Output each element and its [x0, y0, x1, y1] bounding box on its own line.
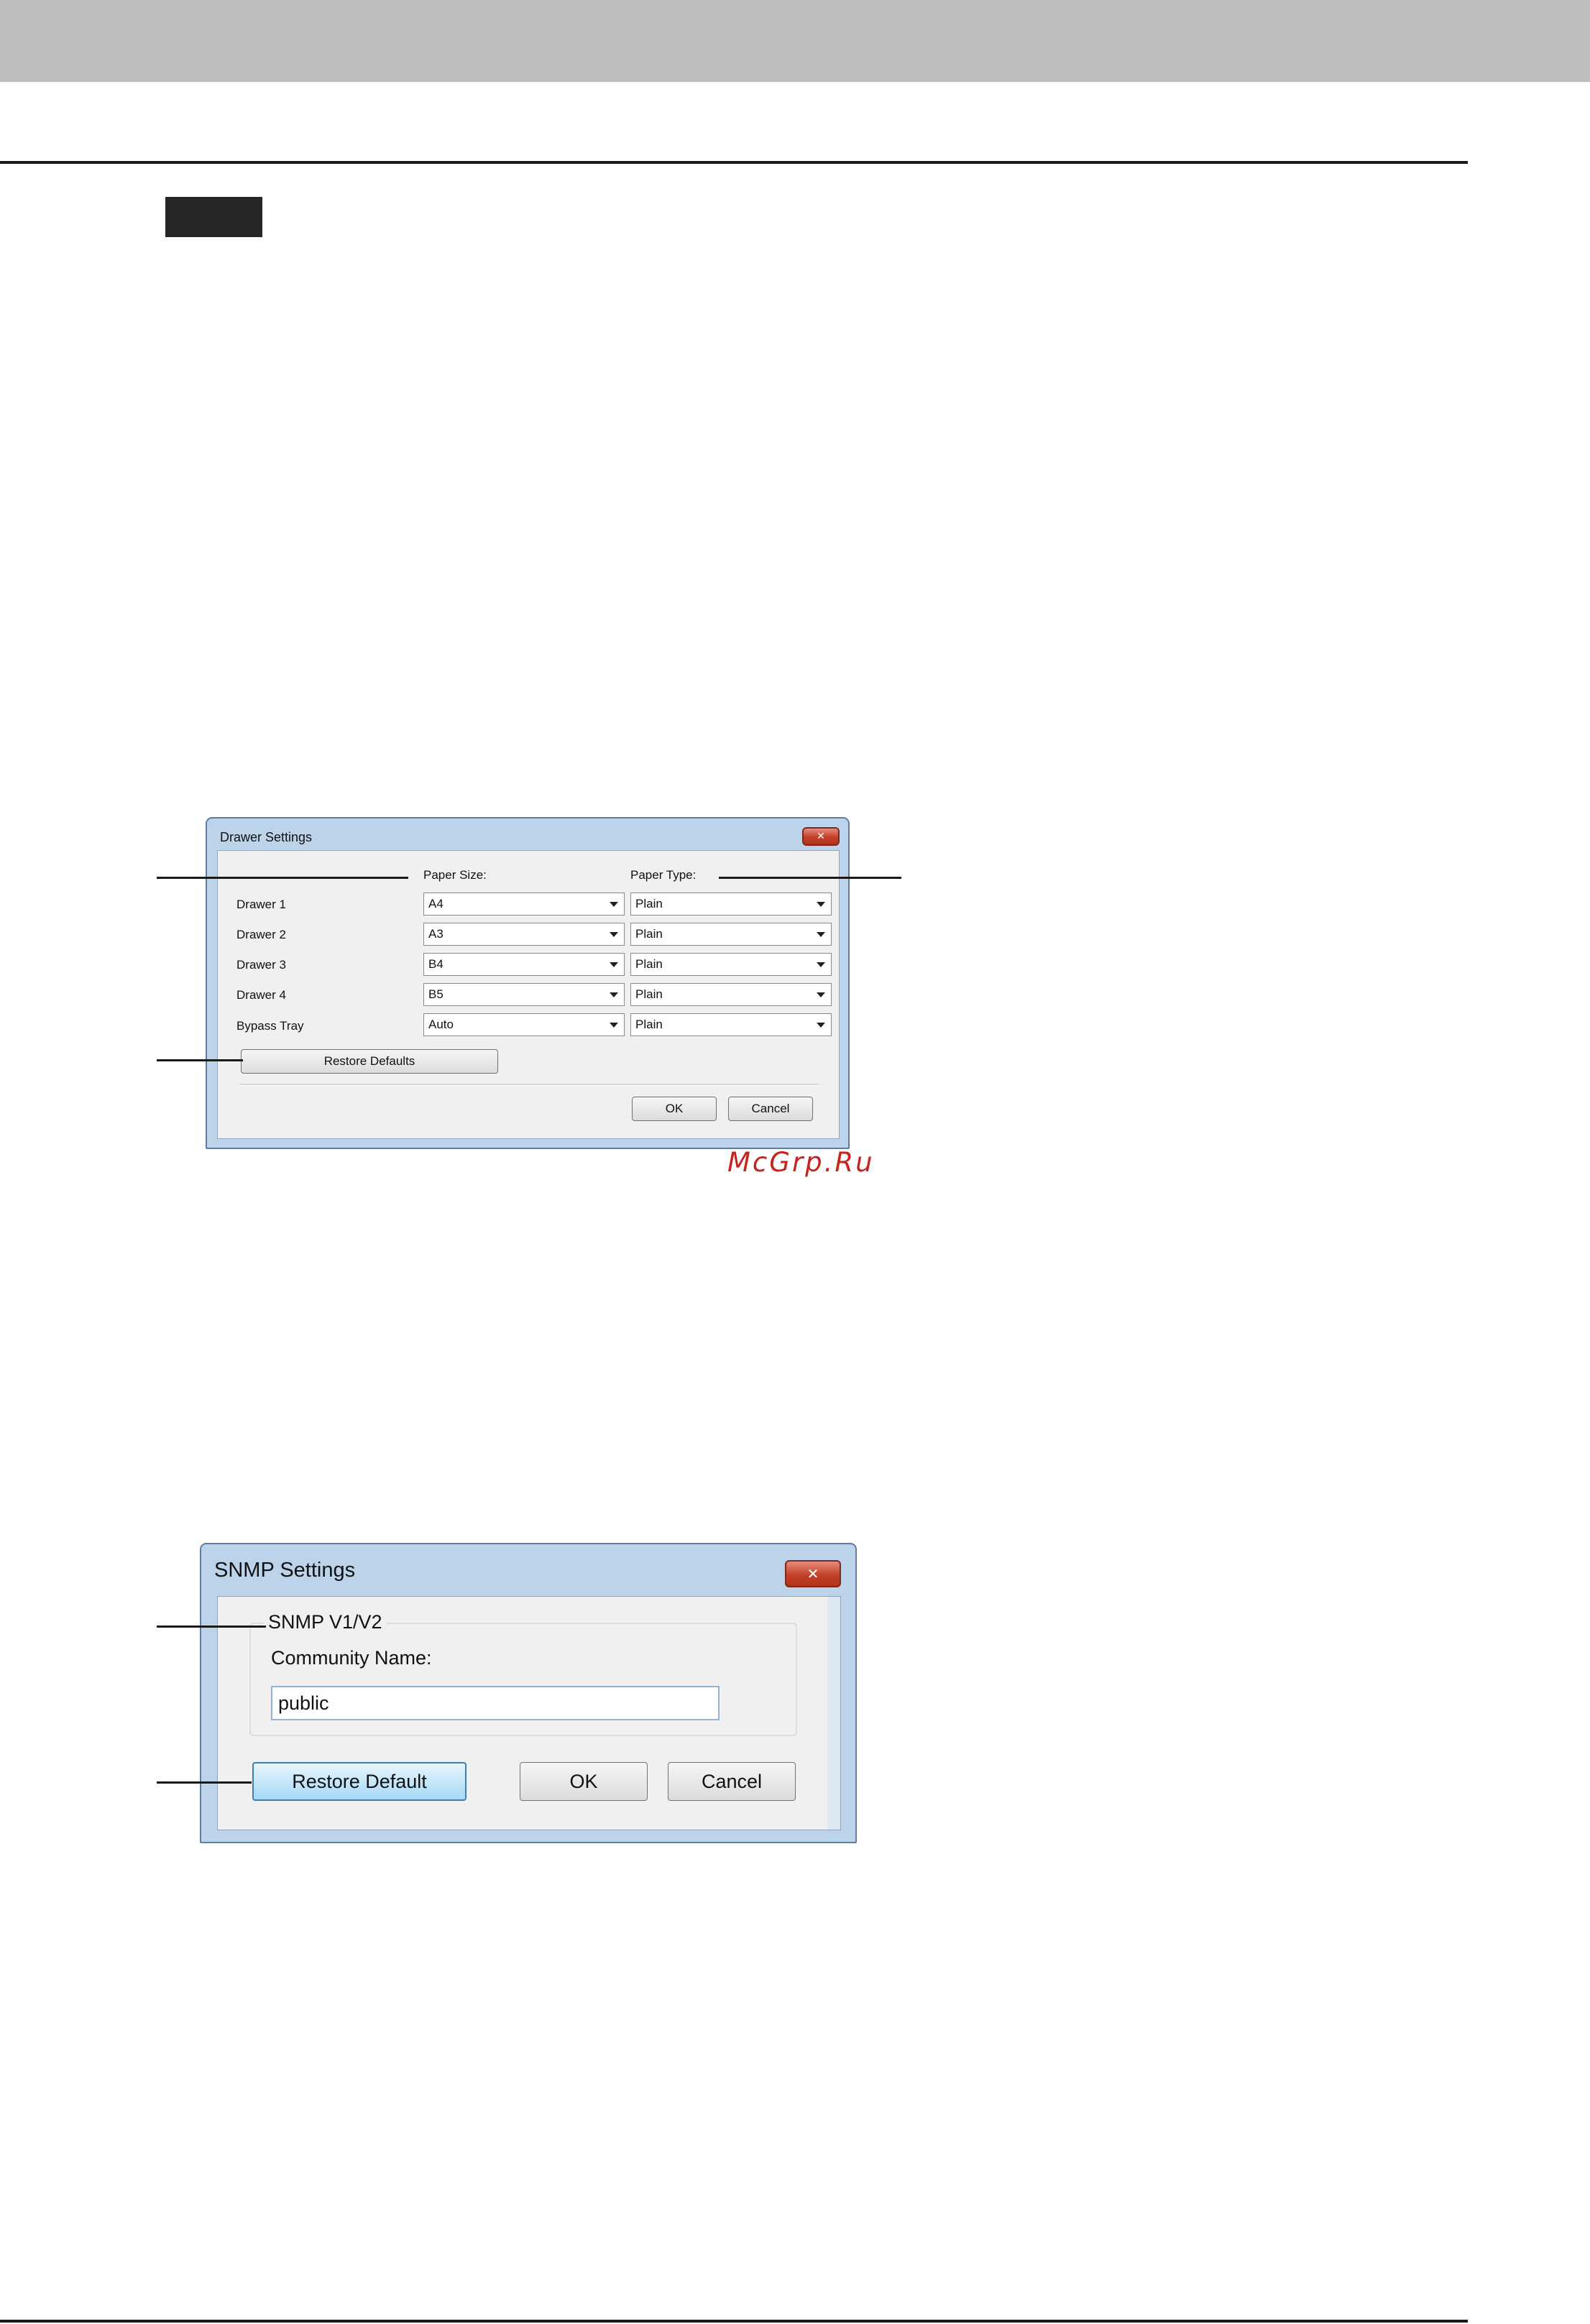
cancel-button[interactable]: Cancel — [728, 1097, 813, 1121]
bypass-tray-size-select[interactable]: Auto — [423, 1013, 625, 1036]
selected-value: A3 — [428, 927, 444, 941]
drawer-settings-dialog: Drawer Settings ✕ Paper Size: Paper Type… — [206, 817, 850, 1149]
snmp-v1v2-group-label: SNMP V1/V2 — [264, 1611, 387, 1633]
selected-value: B5 — [428, 987, 444, 1001]
bypass-tray-type-select[interactable]: Plain — [630, 1013, 832, 1036]
watermark: McGrp.Ru — [727, 1147, 875, 1178]
paper-type-header: Paper Type: — [630, 868, 697, 882]
selected-value: Plain — [635, 897, 663, 910]
selected-value: B4 — [428, 957, 444, 971]
community-name-input[interactable]: public — [271, 1686, 720, 1720]
dialog-client-area: SNMP V1/V2 Community Name: public Restor… — [217, 1596, 841, 1830]
selected-value: Auto — [428, 1018, 454, 1031]
selected-value: Plain — [635, 957, 663, 971]
community-name-label: Community Name: — [271, 1647, 432, 1669]
callout-line-paper-type — [719, 877, 901, 879]
ok-button[interactable]: OK — [632, 1097, 717, 1121]
selected-value: Plain — [635, 927, 663, 941]
drawer-1-label: Drawer 1 — [236, 898, 286, 911]
drawer-4-type-select[interactable]: Plain — [630, 983, 832, 1006]
drawer-4-size-select[interactable]: B5 — [423, 983, 625, 1006]
close-button[interactable]: ✕ — [785, 1560, 841, 1587]
paper-size-header: Paper Size: — [423, 868, 487, 882]
close-button[interactable]: ✕ — [802, 827, 840, 846]
ok-button[interactable]: OK — [520, 1762, 648, 1801]
dialog-title: SNMP Settings — [214, 1559, 356, 1582]
dialog-title: Drawer Settings — [220, 830, 313, 844]
dropdown-arrow-icon — [817, 1022, 825, 1028]
drawer-3-size-select[interactable]: B4 — [423, 953, 625, 976]
close-icon: ✕ — [807, 1565, 819, 1582]
dropdown-arrow-icon — [817, 901, 825, 907]
dropdown-arrow-icon — [610, 992, 618, 997]
drawer-2-label: Drawer 2 — [236, 928, 286, 941]
dropdown-arrow-icon — [610, 962, 618, 967]
bypass-tray-label: Bypass Tray — [236, 1019, 304, 1033]
note-tab — [165, 197, 262, 237]
selected-value: Plain — [635, 1018, 663, 1031]
drawer-1-size-select[interactable]: A4 — [423, 893, 625, 916]
header-rule — [0, 161, 1468, 164]
callout-line-paper-size — [157, 877, 408, 879]
cancel-button[interactable]: Cancel — [668, 1762, 796, 1801]
dropdown-arrow-icon — [610, 1022, 618, 1028]
callout-line-snmp-group — [157, 1626, 266, 1628]
dropdown-arrow-icon — [817, 992, 825, 997]
drawer-1-type-select[interactable]: Plain — [630, 893, 832, 916]
drawer-3-type-select[interactable]: Plain — [630, 953, 832, 976]
drawer-2-type-select[interactable]: Plain — [630, 923, 832, 946]
drawer-4-label: Drawer 4 — [236, 988, 286, 1002]
footer-rule — [0, 2320, 1468, 2323]
header-band — [0, 0, 1590, 82]
drawer-3-label: Drawer 3 — [236, 958, 286, 972]
restore-default-button[interactable]: Restore Default — [252, 1762, 467, 1801]
dropdown-arrow-icon — [817, 931, 825, 937]
dialog-separator — [239, 1084, 819, 1086]
dropdown-arrow-icon — [817, 962, 825, 967]
callout-line-restore-default — [157, 1781, 252, 1784]
selected-value: A4 — [428, 897, 444, 910]
close-icon: ✕ — [817, 831, 825, 842]
scrollbar[interactable] — [827, 1597, 840, 1830]
selected-value: Plain — [635, 987, 663, 1001]
drawer-2-size-select[interactable]: A3 — [423, 923, 625, 946]
callout-line-restore-defaults — [157, 1059, 243, 1061]
snmp-settings-dialog: SNMP Settings ✕ SNMP V1/V2 Community Nam… — [200, 1543, 857, 1843]
restore-defaults-button[interactable]: Restore Defaults — [241, 1049, 498, 1074]
dropdown-arrow-icon — [610, 901, 618, 907]
dialog-client-area: Paper Size: Paper Type: Drawer 1 A4 Plai… — [217, 850, 840, 1139]
dropdown-arrow-icon — [610, 931, 618, 937]
